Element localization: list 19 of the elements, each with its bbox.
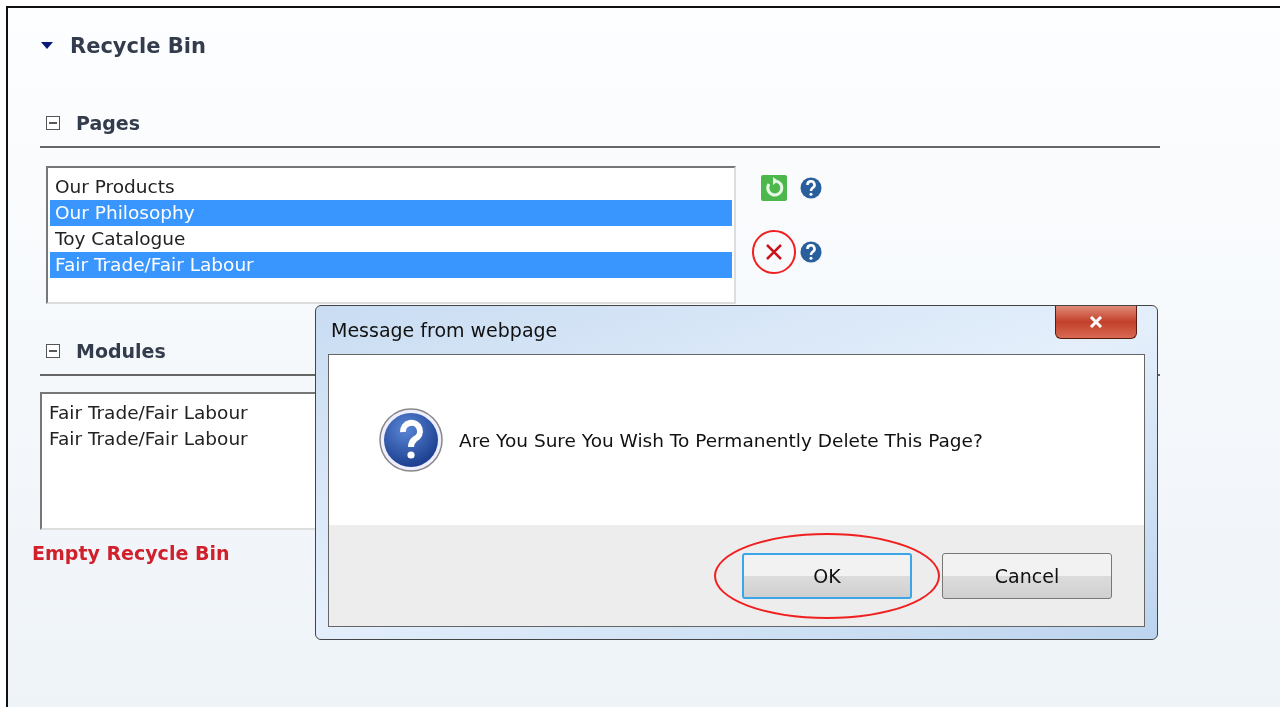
section-heading: Pages: [76, 112, 141, 134]
collapse-box-icon[interactable]: [46, 116, 60, 130]
pages-listbox[interactable]: Our Products Our Philosophy Toy Catalogue Fair Trade/Fair Labour: [46, 166, 736, 304]
list-item[interactable]: Our Products: [50, 174, 732, 200]
close-icon: [1089, 316, 1103, 328]
close-button[interactable]: [1055, 306, 1137, 339]
collapse-box-icon[interactable]: [46, 344, 60, 358]
list-item[interactable]: Toy Catalogue: [50, 226, 732, 252]
ok-button[interactable]: OK: [742, 552, 912, 599]
dialog-message: Are You Sure You Wish To Permanently Delete This Page?: [459, 429, 983, 451]
help-icon[interactable]: [800, 241, 822, 263]
question-icon: [379, 408, 443, 472]
cancel-button[interactable]: Cancel: [942, 552, 1112, 599]
dialog-title: Message from webpage: [331, 319, 558, 341]
empty-recycle-bin-link[interactable]: Empty Recycle Bin: [32, 542, 230, 564]
section-title: Recycle Bin: [70, 34, 206, 58]
help-icon[interactable]: [800, 177, 822, 199]
section-heading: Modules: [76, 340, 166, 362]
delete-x-icon[interactable]: [764, 242, 784, 262]
